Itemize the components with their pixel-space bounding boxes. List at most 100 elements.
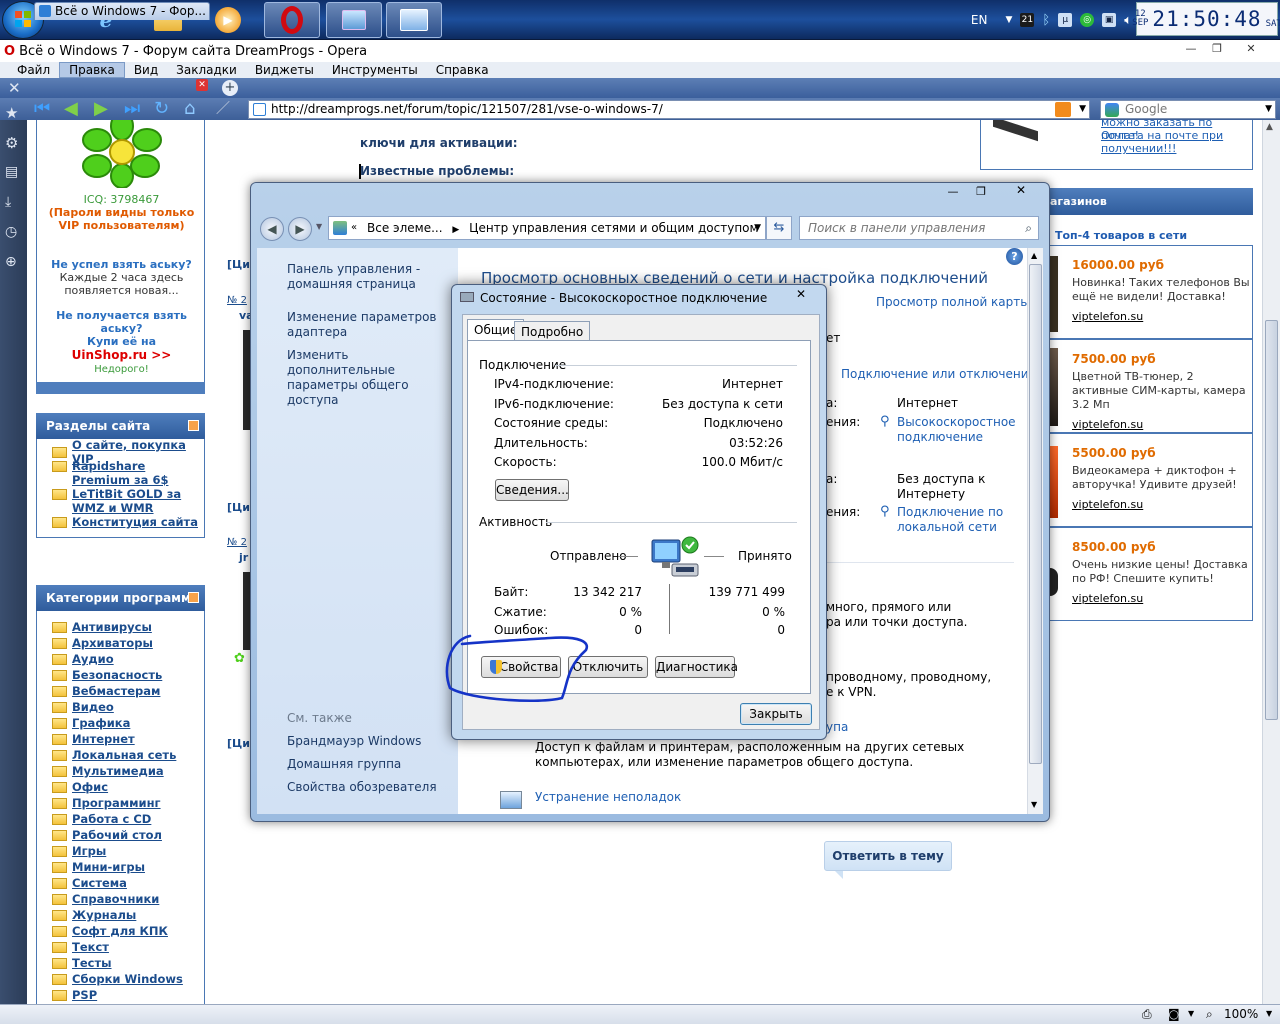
menu-bookmarks[interactable]: Закладки — [167, 62, 246, 78]
close-window-button[interactable]: ✕ — [1003, 183, 1039, 200]
minimize-button[interactable]: — — [943, 185, 963, 199]
scroll-thumb[interactable] — [1029, 264, 1042, 764]
category-link[interactable]: Интернет — [37, 731, 204, 747]
menu-widgets[interactable]: Виджеты — [246, 62, 323, 78]
collapse-icon[interactable] — [188, 592, 199, 603]
post-number[interactable]: № 2 — [227, 537, 247, 548]
scroll-up-icon[interactable]: ▲ — [1266, 122, 1273, 132]
refresh-icon[interactable]: ⇆ — [766, 216, 792, 240]
language-indicator[interactable]: EN — [971, 13, 988, 27]
top4-title[interactable]: Топ-4 товаров в сети — [1055, 229, 1187, 242]
category-link[interactable]: Текст — [37, 939, 204, 955]
chevron-down-icon[interactable]: ▼ — [316, 222, 322, 231]
breadcrumb-arrow-icon[interactable]: ▶ — [452, 225, 459, 235]
green-app-icon[interactable]: ◎ — [1080, 13, 1095, 27]
search-icon[interactable]: ⌕ — [1025, 217, 1032, 239]
network-tray-icon[interactable]: ▣ — [1102, 13, 1117, 27]
zoom-value[interactable]: 100% — [1224, 1007, 1258, 1021]
bluetooth-icon[interactable]: ᛒ — [1042, 13, 1050, 28]
promo-link-2[interactable]: Оплата на почте при получении!!! — [1101, 129, 1251, 155]
reply-button[interactable]: Ответить в тему — [824, 841, 952, 871]
icq-question-1[interactable]: Не успел взять аську? — [41, 258, 202, 271]
ad-card[interactable]: 16000.00 руб Новинка! Таких телефонов Вы … — [1045, 245, 1253, 339]
section-link[interactable]: Rapidshare Premium за 6$ — [37, 459, 204, 487]
connect-disconnect-link[interactable]: Подключение или отключение — [841, 367, 1036, 381]
cp-breadcrumb[interactable]: « Все элеме... ▶ Центр управления сетями… — [328, 216, 766, 240]
taskbar-network-button[interactable] — [326, 2, 382, 38]
category-link[interactable]: Мультимедиа — [37, 763, 204, 779]
category-link[interactable]: Система — [37, 875, 204, 891]
firewall-link[interactable]: Брандмауэр Windows — [287, 734, 421, 749]
breadcrumb-current[interactable]: Центр управления сетями и общим доступом — [469, 221, 758, 235]
minimize-button[interactable]: — — [1180, 42, 1202, 58]
camera-icon[interactable]: ◙ — [1168, 1007, 1180, 1021]
bookmarks-star-icon[interactable]: ★ — [5, 104, 18, 122]
full-map-link[interactable]: Просмотр полной карты — [876, 295, 1030, 309]
collapse-icon[interactable] — [188, 420, 199, 431]
edit-icon[interactable]: ／ — [216, 100, 230, 118]
back-icon[interactable]: ◀ — [260, 217, 284, 241]
tools-icon[interactable]: ✕ — [8, 79, 21, 97]
fast-forward-icon[interactable]: ⏭ — [124, 100, 140, 118]
connection-link-2[interactable]: Подключение по локальной сети — [897, 505, 1015, 535]
menu-tools[interactable]: Инструменты — [323, 62, 427, 78]
cp-partial-link[interactable]: упа — [826, 720, 848, 734]
category-link[interactable]: Справочники — [37, 891, 204, 907]
taskbar-opera-button[interactable] — [264, 2, 320, 38]
icq-question-2[interactable]: Не получается взять аську? — [51, 309, 192, 335]
reload-icon[interactable]: ↻ — [154, 100, 169, 118]
menu-file[interactable]: Файл — [8, 62, 59, 78]
forward-icon[interactable]: ▶ — [288, 217, 312, 241]
menu-help[interactable]: Справка — [427, 62, 498, 78]
add-panel-icon[interactable]: ⊕ — [5, 254, 17, 270]
taskbar-control-panel-button[interactable] — [386, 2, 442, 38]
category-link[interactable]: Безопасность — [37, 667, 204, 683]
print-icon[interactable]: ⎙ — [1142, 1007, 1152, 1022]
category-link[interactable]: Тесты — [37, 955, 204, 971]
adapter-settings-link[interactable]: Изменение параметров адаптера — [287, 310, 437, 340]
help-icon[interactable]: ? — [1006, 248, 1023, 265]
category-link[interactable]: Рабочий стол — [37, 827, 204, 843]
category-link[interactable]: Мини-игры — [37, 859, 204, 875]
maximize-button[interactable]: ❐ — [971, 185, 991, 199]
category-link[interactable]: Игры — [37, 843, 204, 859]
utorrent-icon[interactable]: µ — [1058, 13, 1073, 27]
troubleshoot-link[interactable]: Устранение неполадок — [535, 790, 681, 804]
ad-card[interactable]: 5500.00 руб Видеокамера + диктофон + авто… — [1045, 433, 1253, 527]
chevron-down-icon[interactable]: ▼ — [1005, 15, 1012, 25]
calendar-icon[interactable]: 21 — [1020, 13, 1035, 27]
category-link[interactable]: Вебмастерам — [37, 683, 204, 699]
ad-link[interactable]: viptelefon.su — [1072, 310, 1250, 323]
transfers-icon[interactable]: ⤓ — [5, 194, 11, 210]
notes-icon[interactable]: ▤ — [5, 164, 18, 180]
chevron-down-icon[interactable]: ▼ — [754, 217, 761, 239]
ad-card[interactable]: 7500.00 руб Цветной ТВ-тюнер, 2 активные … — [1045, 339, 1253, 433]
home-icon[interactable]: ⌂ — [184, 100, 195, 118]
category-link[interactable]: Графика — [37, 715, 204, 731]
rss-icon[interactable] — [1055, 102, 1071, 117]
address-bar[interactable]: http://dreamprogs.net/forum/topic/121507… — [248, 100, 1090, 119]
category-link[interactable]: Антивирусы — [37, 619, 204, 635]
post-author[interactable]: jr — [239, 551, 248, 564]
cp-search-input[interactable]: Поиск в панели управления ⌕ — [799, 216, 1039, 240]
zoom-icon[interactable]: ⌕ — [1206, 1007, 1213, 1022]
ad-link[interactable]: viptelefon.su — [1072, 592, 1250, 605]
settings-gear-icon[interactable]: ⚙ — [5, 134, 18, 152]
history-clock-icon[interactable]: ◷ — [5, 224, 17, 240]
tab-active[interactable]: Всё о Windows 7 - Фор... — [34, 2, 210, 20]
volume-icon[interactable]: 🔈︎ — [1124, 13, 1132, 28]
scroll-down-icon[interactable]: ▼ — [1031, 800, 1037, 809]
chevron-down-icon[interactable]: ▼ — [1265, 101, 1272, 118]
chevron-down-icon[interactable]: ▼ — [1188, 1009, 1194, 1018]
close-dialog-button[interactable]: ✕ — [782, 285, 820, 303]
uinshop-link[interactable]: UinShop.ru >> — [41, 348, 202, 362]
search-box[interactable]: Google ▼ — [1100, 100, 1276, 119]
diagnose-button[interactable]: Диагностика — [655, 656, 738, 678]
forward-icon[interactable]: ▶ — [94, 100, 108, 118]
homegroup-link[interactable]: Домашняя группа — [287, 757, 401, 772]
internet-options-link[interactable]: Свойства обозревателя — [287, 780, 437, 795]
category-link[interactable]: Программинг — [37, 795, 204, 811]
menu-edit[interactable]: Правка — [59, 62, 125, 78]
category-link[interactable]: Архиваторы — [37, 635, 204, 651]
category-link[interactable]: Журналы — [37, 907, 204, 923]
